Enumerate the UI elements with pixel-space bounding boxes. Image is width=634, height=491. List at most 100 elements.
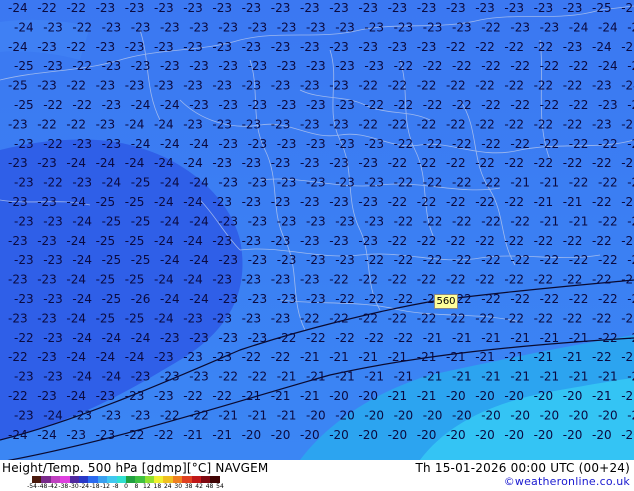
legend-swatch [60,476,70,483]
temperature-label: -22 [66,79,86,93]
temperature-label: -22 [394,253,414,267]
temperature-label: -22 [394,292,414,306]
temperature-label: -22 [335,292,355,306]
temperature-label: -22 [388,117,408,131]
temperature-label: -23 [218,176,238,190]
temperature-label: -20 [481,408,501,422]
temperature-label: -23 [364,59,384,73]
temperature-label: -20 [388,428,408,442]
temperature-label: -23 [306,253,326,267]
temperature-label: -23 [300,273,320,287]
temperature-label: -23 [66,428,86,442]
temperature-label: -23 [102,137,122,151]
temperature-label: -22 [8,350,28,364]
temperature-label: -23 [248,292,268,306]
temperature-label: -23 [271,234,291,248]
temperature-label: -22 [417,117,437,131]
temperature-label: -22 [627,214,634,228]
temperature-label: -22 [423,59,443,73]
temperature-label: -22 [37,117,57,131]
temperature-label: -22 [125,428,145,442]
temperature-label: -20 [329,389,349,403]
temperature-label: -24 [183,195,203,209]
temperature-label: -21 [621,350,634,364]
temperature-label: -21 [329,350,349,364]
temperature-label: -22 [248,370,268,384]
temperature-label: -23 [277,137,297,151]
temperature-label: -22 [504,117,524,131]
temperature-label: -22 [621,195,634,209]
temperature-label: -22 [510,137,530,151]
temperature-label: -23 [212,195,232,209]
temperature-label: -23 [300,79,320,93]
temperature-label: -26 [627,20,634,34]
temperature-label: -24 [96,156,116,170]
temperature-label: -23 [14,253,34,267]
temperature-label: -23 [423,20,443,34]
temperature-label: -23 [125,389,145,403]
temperature-label: -22 [540,98,560,112]
temperature-label: -22 [452,214,472,228]
map-canvas: -24 -22 -22 -23 -23 -23 -23 -23 -23 -23 -23 -23 -23-… [0,0,634,460]
temperature-label: -25 [96,311,116,325]
credit-link[interactable]: ©weatheronline.co.uk [504,475,630,488]
temperature-label: -23 [306,176,326,190]
temperature-label: -24 [154,311,174,325]
temperature-label: -23 [300,40,320,54]
temperature-label: -22 [563,117,583,131]
temperature-label: -21 [540,331,560,345]
temperature-label: -22 [504,273,524,287]
temperature-label: -24 [102,331,122,345]
temperature-label: -22 [212,389,232,403]
temperature-label: -24 [8,1,28,15]
temperature-label: -23 [271,1,291,15]
temperature-label: -22 [627,292,634,306]
temperature-label: -25 [102,253,122,267]
temperature-label: -23 [452,20,472,34]
contour-label: 560 [434,294,458,309]
temperature-label: -23 [242,311,262,325]
temperature-label: -22 [475,195,495,209]
temperature-label: -24 [66,156,86,170]
temperature-label: -23 [14,137,34,151]
temperature-label: -23 [8,117,28,131]
temperature-label: -20 [540,408,560,422]
legend-tick-label: -42 [47,483,58,490]
temperature-label: -22 [446,234,466,248]
temperature-label: -23 [14,408,34,422]
temperature-label: -21 [504,350,524,364]
temperature-label: -22 [388,234,408,248]
temperature-label: -22 [160,408,180,422]
temperature-label: -23 [598,98,618,112]
temperature-label: -22 [534,79,554,93]
temperature-label: -21 [300,389,320,403]
temperature-label: -22 [510,253,530,267]
temperature-label: -23 [300,195,320,209]
temperature-label: -23 [335,176,355,190]
temperature-label: -22 [475,156,495,170]
temperature-label: -23 [43,370,63,384]
temperature-label: -20 [621,428,634,442]
temperature-label: -23 [329,156,349,170]
temperature-label: -20 [446,428,466,442]
temperature-label: -22 [481,137,501,151]
temperature-label: -21 [300,350,320,364]
temperature-label: -22 [446,79,466,93]
temperature-label: -23 [306,137,326,151]
temperature-label: -21 [277,408,297,422]
product-name: Height/Temp. 500 hPa [2,461,138,475]
legend-swatch [69,476,79,483]
temperature-label: -22 [423,98,443,112]
legend-tick-label: -48 [37,483,48,490]
temperature-label: -24 [189,292,209,306]
temperature-label: -21 [218,408,238,422]
temperature-label: -22 [417,156,437,170]
temperature-label: -21 [563,350,583,364]
temperature-label: -24 [189,253,209,267]
temperature-label: -22 [364,253,384,267]
temperature-label: -24 [160,137,180,151]
temperature-label: -22 [242,350,262,364]
temperature-label: -21 [271,389,291,403]
temperature-label: -24 [154,273,174,287]
temperature-label: -22 [534,273,554,287]
